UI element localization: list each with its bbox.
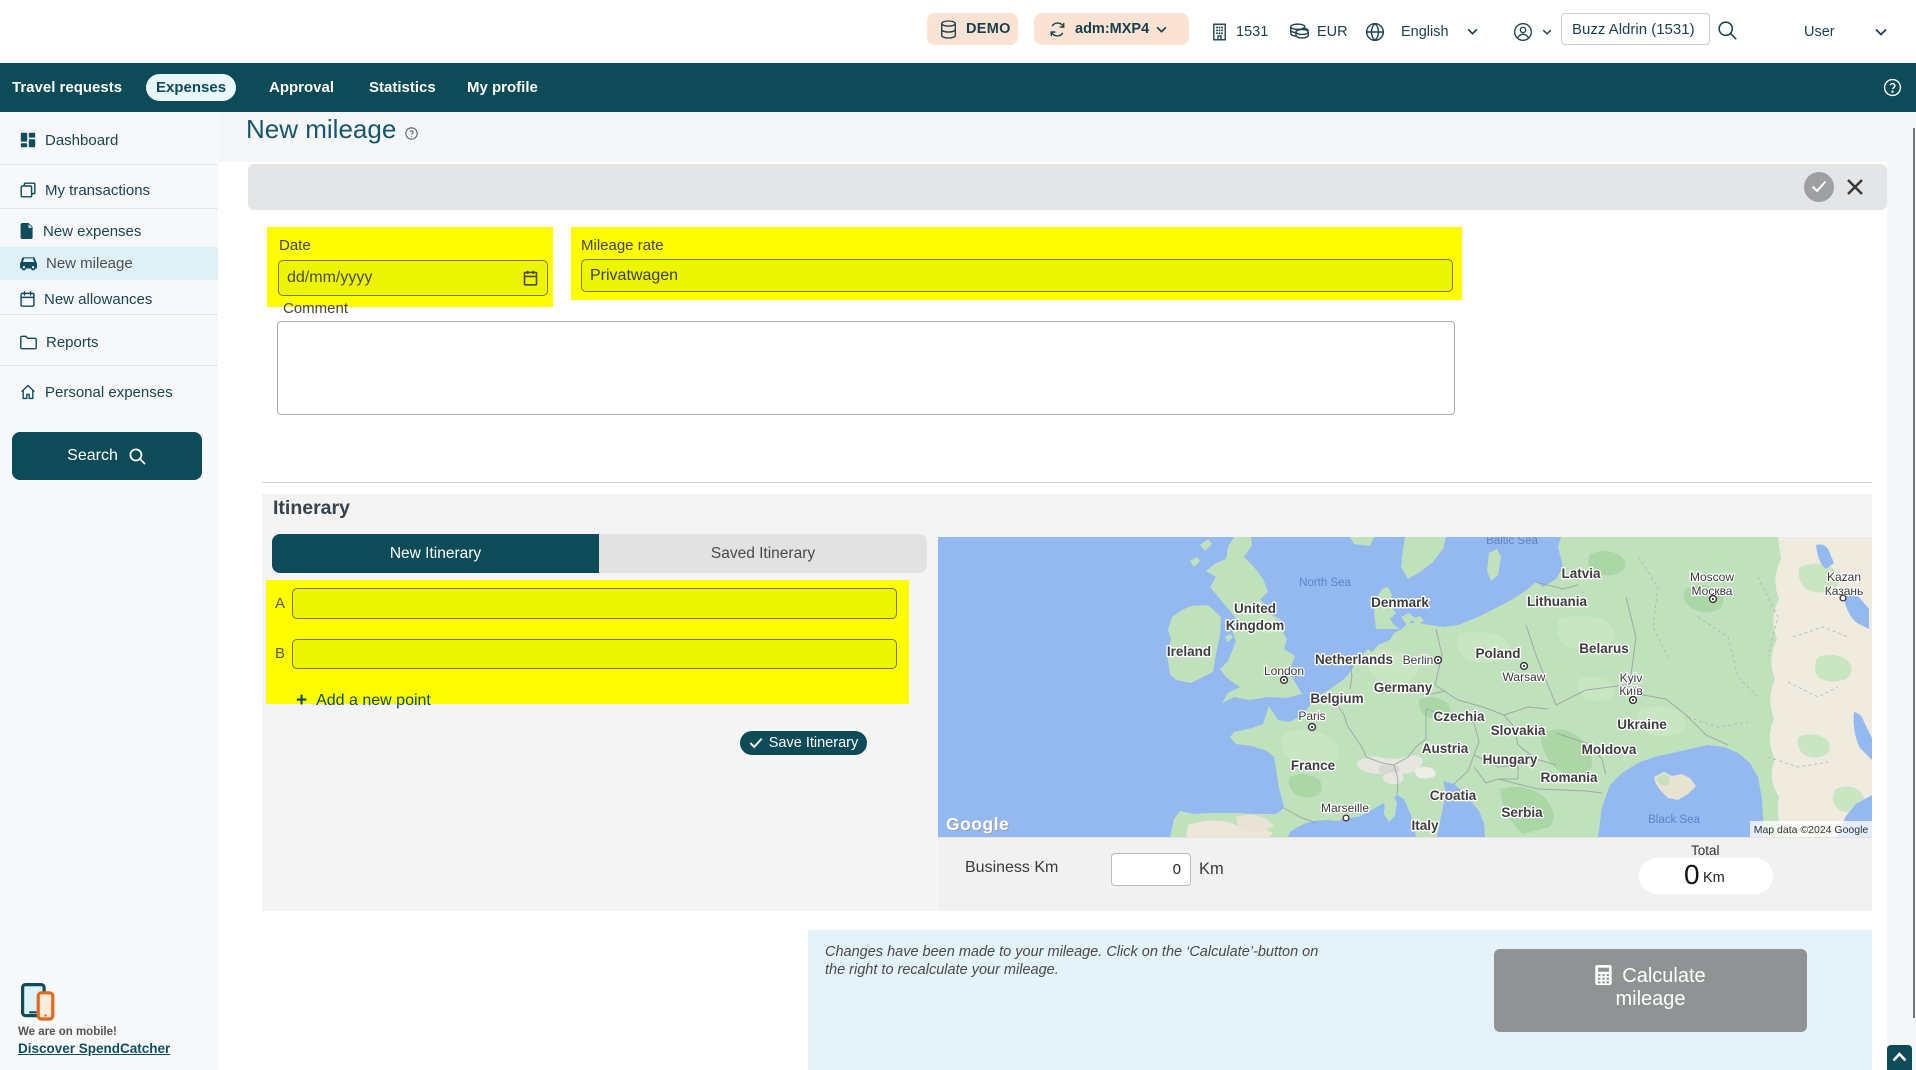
svg-text:Baltic Sea: Baltic Sea [1486, 537, 1538, 547]
svg-text:Belgium: Belgium [1310, 691, 1363, 706]
svg-text:Ukraine: Ukraine [1617, 717, 1667, 732]
svg-text:Italy: Italy [1411, 818, 1439, 833]
svg-text:Romania: Romania [1540, 770, 1598, 785]
svg-text:Ireland: Ireland [1167, 644, 1211, 659]
svg-text:France: France [1291, 758, 1336, 773]
svg-text:Germany: Germany [1374, 680, 1433, 695]
svg-text:Marseille: Marseille [1321, 801, 1369, 815]
svg-text:Czechia: Czechia [1433, 709, 1485, 724]
svg-text:Kyiv: Kyiv [1620, 671, 1643, 685]
svg-text:Map data ©2024 Google: Map data ©2024 Google [1754, 824, 1869, 836]
svg-text:Berlin: Berlin [1403, 653, 1434, 667]
svg-text:Latvia: Latvia [1561, 566, 1601, 581]
svg-text:Denmark: Denmark [1371, 595, 1429, 610]
svg-text:Warsaw: Warsaw [1503, 670, 1546, 684]
svg-text:Belarus: Belarus [1579, 641, 1629, 656]
svg-text:Google: Google [946, 814, 1009, 834]
svg-text:Black Sea: Black Sea [1648, 814, 1700, 826]
svg-text:Serbia: Serbia [1501, 805, 1543, 820]
svg-text:Lithuania: Lithuania [1527, 594, 1587, 609]
svg-text:Київ: Київ [1619, 684, 1642, 698]
svg-text:Moscow: Moscow [1690, 570, 1734, 584]
svg-text:Croatia: Croatia [1430, 788, 1477, 803]
svg-text:North Sea: North Sea [1299, 577, 1351, 589]
svg-text:Paris: Paris [1298, 709, 1325, 723]
svg-text:Austria: Austria [1422, 741, 1469, 756]
svg-text:Netherlands: Netherlands [1315, 652, 1393, 667]
svg-text:Slovakia: Slovakia [1491, 723, 1546, 738]
svg-text:Poland: Poland [1475, 646, 1520, 661]
svg-text:Kazan: Kazan [1827, 570, 1861, 584]
svg-text:Kingdom: Kingdom [1226, 618, 1285, 633]
svg-text:Hungary: Hungary [1483, 752, 1538, 767]
svg-text:Moldova: Moldova [1582, 742, 1637, 757]
svg-text:United: United [1234, 601, 1276, 616]
